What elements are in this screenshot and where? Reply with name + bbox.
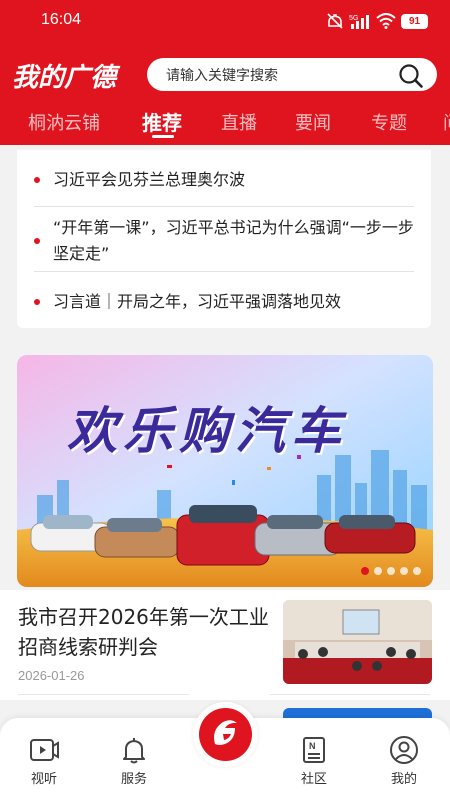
user-icon — [390, 736, 418, 764]
bullet-dot — [34, 299, 40, 305]
bullet-dot — [34, 177, 40, 183]
nav-item-community[interactable]: N 社区 — [284, 734, 344, 787]
divider — [18, 694, 189, 695]
mute-icon — [327, 13, 343, 29]
wifi-icon — [376, 13, 396, 29]
divider — [34, 206, 414, 207]
nav-label: 视听 — [30, 772, 57, 787]
home-center-button[interactable] — [193, 702, 258, 767]
carousel-dot[interactable] — [387, 567, 395, 575]
headline-text[interactable]: 习近平会见芬兰总理奥尔波 — [53, 167, 433, 193]
headline-text[interactable]: “开年第一课”，习近平总书记为什么强调“一步一步坚定走” — [53, 215, 418, 267]
bullet-dot — [34, 238, 40, 244]
bell-icon — [123, 738, 145, 764]
nav-item-profile[interactable]: 我的 — [374, 734, 434, 787]
tab-tongrui[interactable]: 桐汭云铺 — [28, 109, 100, 135]
nav-label: 服务 — [120, 772, 147, 787]
status-time: 16:04 — [41, 11, 82, 28]
banner-title: 欢乐购汽车 — [67, 401, 347, 460]
tab-recommend[interactable]: 推荐 — [142, 107, 182, 136]
carousel-dot[interactable] — [400, 567, 408, 575]
article-title[interactable]: 我市召开2026年第一次工业招商线索研判会 — [18, 602, 273, 662]
nav-item-service[interactable]: 服务 — [104, 734, 164, 787]
app-header: 16:04 5G 91 我的广德 请输入关键字搜索 桐汭云铺 推荐 直播 要闻 … — [0, 0, 450, 145]
article-thumbnail[interactable] — [283, 600, 432, 684]
carousel-dot[interactable] — [374, 567, 382, 575]
status-icons: 5G 91 — [326, 13, 428, 29]
search-icon[interactable] — [398, 63, 424, 89]
banner-image — [17, 355, 433, 587]
headline-text[interactable]: 习言道｜开局之年，习近平强调落地见效 — [53, 289, 433, 315]
nav-label: 我的 — [390, 772, 417, 787]
tab-news[interactable]: 要闻 — [295, 109, 331, 135]
tab-live[interactable]: 直播 — [221, 109, 257, 135]
status-bar: 16:04 5G 91 — [0, 0, 450, 40]
tab-topic[interactable]: 专题 — [371, 109, 407, 135]
channel-tabs: 桐汭云铺 推荐 直播 要闻 专题 问 — [0, 104, 450, 140]
network-label: 5G — [349, 15, 358, 22]
svg-text:N: N — [309, 741, 316, 751]
search-input[interactable]: 请输入关键字搜索 — [166, 65, 278, 85]
carousel-dots — [361, 567, 421, 575]
tab-indicator — [152, 135, 174, 138]
article-item[interactable]: 我市召开2026年第一次工业招商线索研判会 2026-01-26 — [0, 590, 450, 700]
divider — [34, 271, 414, 272]
search-bar[interactable]: 请输入关键字搜索 — [147, 58, 437, 91]
carousel-dot[interactable] — [413, 567, 421, 575]
nav-label: 社区 — [300, 772, 327, 787]
carousel-dot-active[interactable] — [361, 567, 369, 575]
signal-icon: 5G — [349, 15, 369, 29]
app-logo: 我的广德 — [12, 63, 117, 93]
document-icon: N — [303, 737, 325, 763]
article-date: 2026-01-26 — [18, 668, 85, 683]
battery-icon: 91 — [401, 13, 428, 29]
tab-ask[interactable]: 问 — [443, 109, 450, 135]
divider — [270, 694, 430, 695]
logo-home-icon — [199, 708, 252, 761]
promo-banner[interactable]: 欢乐购汽车 — [17, 355, 433, 587]
headline-card: 习近平会见芬兰总理奥尔波 “开年第一课”，习近平总书记为什么强调“一步一步坚定走… — [17, 150, 431, 328]
video-icon — [30, 739, 59, 761]
nav-item-video[interactable]: 视听 — [14, 734, 74, 787]
